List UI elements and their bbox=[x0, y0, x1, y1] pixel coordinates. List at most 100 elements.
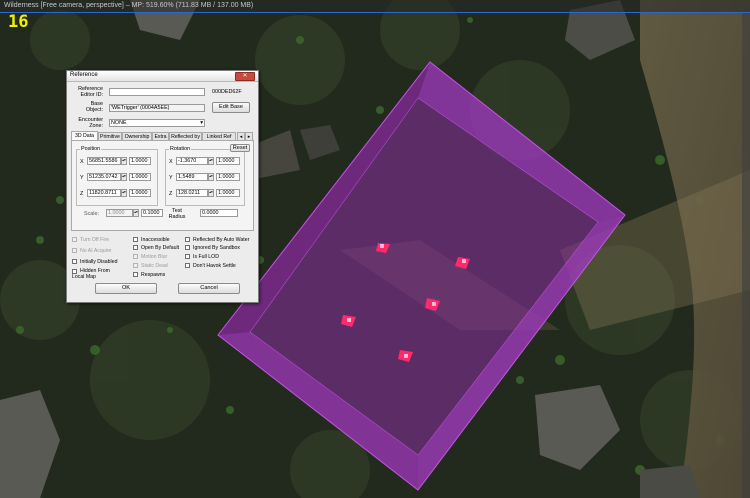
checkbox-box bbox=[185, 263, 190, 268]
tab-panel-3d-data: Position Rotation Reset X 56851.5586 ▴▾ … bbox=[71, 140, 254, 231]
chevron-down-icon: ▾ bbox=[200, 120, 203, 126]
checkbox-box bbox=[185, 254, 190, 259]
editor-id-input[interactable] bbox=[109, 88, 205, 96]
position-z-spinner[interactable]: ▴▾ bbox=[121, 189, 127, 197]
tab-linked-ref[interactable]: Linked Ref bbox=[202, 132, 236, 140]
rotation-x-input[interactable]: -1.3670 bbox=[176, 157, 208, 165]
axis-z-label: Z bbox=[80, 191, 84, 197]
checkbox-box bbox=[185, 237, 190, 242]
checkbox-box bbox=[133, 263, 138, 268]
checkbox-open-by-default[interactable]: Open By Default bbox=[133, 245, 179, 251]
reset-button[interactable]: Reset bbox=[230, 144, 250, 152]
checkbox-label: Initially Disabled bbox=[80, 259, 118, 265]
checkbox-box bbox=[133, 237, 138, 242]
rotation-x-spinner[interactable]: ▴▾ bbox=[208, 157, 214, 165]
position-y-step[interactable]: 1.0000 bbox=[129, 173, 151, 181]
rotation-z-spinner[interactable]: ▴▾ bbox=[208, 189, 214, 197]
checkbox-label: Is Full LOD bbox=[193, 254, 219, 260]
rotation-x-step[interactable]: 1.0000 bbox=[216, 157, 240, 165]
position-y-spinner[interactable]: ▴▾ bbox=[121, 173, 127, 181]
checkbox-label: No AI Acquire bbox=[80, 248, 112, 254]
axis-y-label: Y bbox=[169, 175, 173, 181]
close-icon[interactable]: ✕ bbox=[235, 72, 255, 81]
window-title-bar: Wilderness [Free camera, perspective] – … bbox=[0, 0, 750, 12]
checkbox-box bbox=[133, 254, 138, 259]
checkbox-box bbox=[72, 248, 77, 253]
scale-spinner: ▴▾ bbox=[133, 209, 139, 217]
checkbox-label: Ignored By Sandbox bbox=[193, 245, 241, 251]
checkbox-label: Reflected By Auto Water bbox=[193, 237, 250, 243]
checkbox-is-full-lod[interactable]: Is Full LOD bbox=[185, 254, 219, 260]
checkbox-motion-blur: Motion Blur bbox=[133, 254, 167, 260]
viewport-border bbox=[0, 12, 750, 13]
dialog-title: Reference bbox=[70, 72, 98, 78]
checkbox-box bbox=[72, 237, 77, 242]
checkbox-label: Hidden From Local Map bbox=[72, 268, 110, 280]
edit-base-button[interactable]: Edit Base bbox=[212, 102, 250, 113]
axis-x-label: X bbox=[169, 159, 173, 165]
rotation-label: Rotation bbox=[169, 146, 192, 152]
encounter-zone-value: NONE bbox=[111, 120, 127, 126]
editor-id-label: Reference Editor ID: bbox=[78, 86, 103, 98]
checkbox-no-ai-acquire: No AI Acquire bbox=[72, 248, 111, 254]
position-z-input[interactable]: 11820.8711 bbox=[87, 189, 121, 197]
checkbox-respawns[interactable]: Respawns bbox=[133, 272, 165, 278]
position-x-spinner[interactable]: ▴▾ bbox=[121, 157, 127, 165]
cancel-button[interactable]: Cancel bbox=[178, 283, 240, 294]
checkbox-label: Don't Havok Settle bbox=[193, 263, 236, 269]
checkbox-label: Respawns bbox=[141, 272, 166, 278]
tab-strip: 3D Data Primitive Ownership Extra Reflec… bbox=[71, 131, 254, 140]
window-title: Wilderness [Free camera, perspective] – … bbox=[4, 2, 254, 9]
checkbox-box bbox=[133, 272, 138, 277]
base-object-field: 'WETrigger' (0004A5EE) bbox=[109, 104, 205, 112]
checkbox-reflected-by-auto-water[interactable]: Reflected By Auto Water bbox=[185, 237, 249, 243]
encounter-zone-select[interactable]: NONE ▾ bbox=[109, 119, 205, 127]
checkbox-label: Motion Blur bbox=[141, 254, 168, 260]
checkbox-label: Inaccessible bbox=[141, 237, 170, 243]
rotation-y-spinner[interactable]: ▴▾ bbox=[208, 173, 214, 181]
rotation-z-input[interactable]: 128.0211 bbox=[176, 189, 208, 197]
axis-y-label: Y bbox=[80, 175, 84, 181]
checkbox-inaccessible[interactable]: Inaccessible bbox=[133, 237, 170, 243]
dialog-titlebar[interactable]: Reference ✕ bbox=[67, 71, 258, 82]
axis-z-label: Z bbox=[169, 191, 173, 197]
scale-input: 1.0000 bbox=[106, 209, 133, 217]
tab-reflected-by[interactable]: Reflected by bbox=[169, 132, 202, 140]
checkbox-label: Static Dead bbox=[141, 263, 168, 269]
encounter-zone-label: Encounter Zone: bbox=[78, 117, 103, 129]
ok-button[interactable]: OK bbox=[95, 283, 157, 294]
checkbox-box bbox=[185, 245, 190, 250]
checkbox-initially-disabled[interactable]: Initially Disabled bbox=[72, 259, 117, 265]
checkbox-box bbox=[133, 245, 138, 250]
position-z-step[interactable]: 1.0000 bbox=[129, 189, 151, 197]
tab-ownership[interactable]: Ownership bbox=[122, 132, 152, 140]
tab-scroll-left-icon[interactable]: ◂ bbox=[237, 132, 245, 140]
checkbox-turn-off-fire: Turn Off Fire bbox=[72, 237, 109, 243]
position-x-step[interactable]: 1.0000 bbox=[129, 157, 151, 165]
scale-step[interactable]: 0.1000 bbox=[141, 209, 163, 217]
tab-scroll-right-icon[interactable]: ▸ bbox=[245, 132, 253, 140]
checkbox-dont-havok-settle[interactable]: Don't Havok Settle bbox=[185, 263, 236, 269]
tab-3d-data[interactable]: 3D Data bbox=[71, 131, 98, 140]
base-object-label: Base Object: bbox=[85, 101, 103, 113]
checkbox-box bbox=[72, 259, 77, 264]
rotation-y-step[interactable]: 1.0000 bbox=[216, 173, 240, 181]
rotation-z-step[interactable]: 1.0000 bbox=[216, 189, 240, 197]
checkbox-static-dead: Static Dead bbox=[133, 263, 168, 269]
form-id: 000DED62F bbox=[212, 89, 242, 95]
tab-primitive[interactable]: Primitive bbox=[98, 132, 122, 140]
position-label: Position bbox=[80, 146, 102, 152]
checkbox-hidden-from-local-map[interactable]: Hidden From Local Map bbox=[72, 268, 122, 280]
checkbox-label: Open By Default bbox=[141, 245, 180, 251]
test-radius-input[interactable]: 0.0000 bbox=[200, 209, 238, 217]
position-y-input[interactable]: 51235.0742 bbox=[87, 173, 121, 181]
rotation-y-input[interactable]: 1.5489 bbox=[176, 173, 208, 181]
axis-x-label: X bbox=[80, 159, 84, 165]
position-x-input[interactable]: 56851.5586 bbox=[87, 157, 121, 165]
reference-dialog: Reference ✕ Reference Editor ID: 000DED6… bbox=[66, 70, 259, 303]
checkbox-label: Turn Off Fire bbox=[80, 237, 110, 243]
checkbox-ignored-by-sandbox[interactable]: Ignored By Sandbox bbox=[185, 245, 240, 251]
tab-extra[interactable]: Extra bbox=[152, 132, 169, 140]
test-radius-label: Test Radius bbox=[168, 208, 186, 220]
scale-label: Scale: bbox=[84, 211, 99, 217]
